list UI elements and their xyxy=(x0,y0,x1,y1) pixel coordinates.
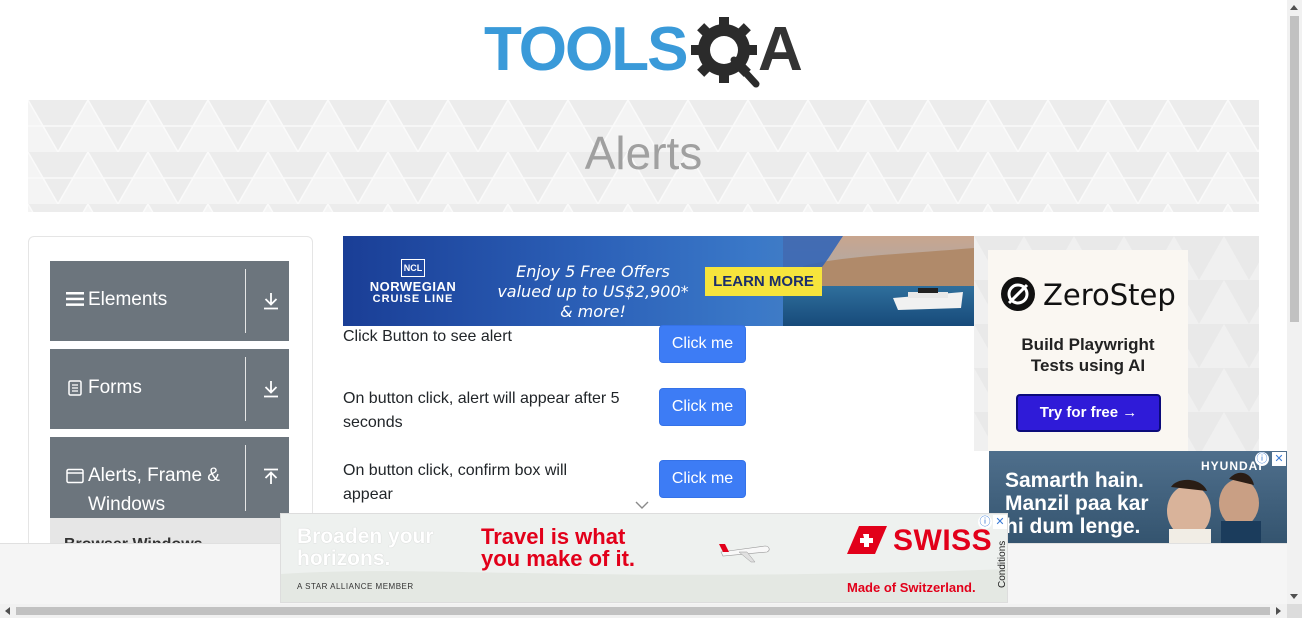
divider xyxy=(245,357,246,421)
hyundai-ad[interactable]: HYUNDAI Samarth hain. Manzil paa kar hi … xyxy=(989,451,1287,543)
ad-info-icon[interactable]: ⓘ xyxy=(978,515,992,529)
swiss-mid-line1: Travel is what xyxy=(481,524,626,549)
ncl-learn-more-button[interactable]: LEARN MORE xyxy=(705,267,822,296)
horizontal-scrollbar[interactable] xyxy=(0,604,1287,618)
swiss-mid-text: Travel is what you make of it. xyxy=(481,526,635,570)
page-title: Alerts xyxy=(584,127,703,179)
timer-alert-row-text: On button click, alert will appear after… xyxy=(343,390,620,431)
swiss-conditions[interactable]: Conditions xyxy=(997,541,1007,588)
ncl-offer-text: Enjoy 5 Free Offers valued up to US$2,90… xyxy=(497,262,689,321)
sidebar-group-alerts-frame-windows[interactable]: Alerts, Frame & Windows xyxy=(50,437,289,519)
vertical-scrollbar-thumb[interactable] xyxy=(1290,16,1299,322)
ncl-name-line2: CRUISE LINE xyxy=(372,293,454,305)
zerostep-tagline-line2: Tests using AI xyxy=(1030,356,1146,375)
zerostep-card: ZeroStep Build Playwright Tests using AI… xyxy=(988,250,1188,451)
swiss-left-line2: horizons. xyxy=(297,547,391,570)
divider xyxy=(245,445,246,511)
scroll-right-arrow-icon[interactable] xyxy=(1276,607,1281,615)
hyundai-line3: hi dum lenge. xyxy=(1005,515,1141,538)
alert-button[interactable]: Click me xyxy=(659,325,746,363)
ncl-ad-banner[interactable]: NCL NORWEGIAN CRUISE LINE Enjoy 5 Free O… xyxy=(343,236,974,326)
logo-tools-text: TOOLS xyxy=(484,15,686,84)
ad-close-icon[interactable]: ✕ xyxy=(993,515,1007,529)
hyundai-line2: Manzil paa kar xyxy=(1005,492,1149,515)
zerostep-tagline-line1: Build Playwright xyxy=(1021,335,1155,354)
logo-qa-text: A xyxy=(758,15,803,84)
swiss-left-line1: Broaden your xyxy=(297,525,434,548)
zerostep-name: ZeroStep xyxy=(1043,278,1176,312)
sidebar-group-elements[interactable]: Elements xyxy=(50,261,289,341)
download-icon[interactable] xyxy=(262,380,280,398)
hyundai-brand: HYUNDAI xyxy=(1201,459,1263,473)
scrollbar-corner xyxy=(1287,604,1302,618)
timer-alert-button[interactable]: Click me xyxy=(659,388,746,426)
confirm-button[interactable]: Click me xyxy=(659,460,746,498)
gear-icon xyxy=(691,17,760,88)
document-icon xyxy=(68,380,82,401)
scroll-up-arrow-icon[interactable] xyxy=(1290,5,1298,10)
ncl-name-line1: NORWEGIAN xyxy=(369,279,457,294)
alert-row-text-1: Click Button to see alert xyxy=(343,328,512,345)
sidebar-group-label: Elements xyxy=(88,289,168,310)
scroll-left-arrow-icon[interactable] xyxy=(5,607,10,615)
zerostep-ad[interactable]: ZeroStep Build Playwright Tests using AI… xyxy=(974,236,1259,451)
zerostep-try-free-button[interactable]: Try for free → xyxy=(1016,394,1161,432)
ad-info-icon[interactable]: ⓘ xyxy=(1255,452,1269,466)
swiss-brand: SWISS xyxy=(893,524,993,557)
hyundai-line1: Samarth hain. xyxy=(1005,469,1144,492)
confirm-row-text: On button click, confirm box will appear xyxy=(343,462,568,503)
horizontal-scrollbar-thumb[interactable] xyxy=(16,607,1270,615)
page: TOOLS A Alerts Elements Forms Alerts, Fr… xyxy=(0,0,1287,604)
hyundai-ad-text: Samarth hain. Manzil paa kar hi dum leng… xyxy=(1005,469,1185,538)
swiss-mid-line2: you make of it. xyxy=(481,546,636,571)
swiss-ad[interactable]: Broaden your horizons. A STAR ALLIANCE M… xyxy=(280,513,1008,603)
swiss-left-text: Broaden your horizons. xyxy=(297,526,434,570)
upload-icon[interactable] xyxy=(262,468,280,486)
zerostep-logo-icon xyxy=(1000,276,1036,317)
star-alliance-label: A STAR ALLIANCE MEMBER xyxy=(297,582,414,591)
toolsqa-logo[interactable]: TOOLS A xyxy=(484,14,808,92)
window-icon xyxy=(66,468,84,489)
ncl-badge: NCL xyxy=(401,259,425,277)
hamburger-icon xyxy=(66,291,84,312)
sidebar-group-label-line2: Windows xyxy=(88,494,166,515)
sidebar-group-forms[interactable]: Forms xyxy=(50,349,289,429)
ncl-logo: NCL NORWEGIAN CRUISE LINE xyxy=(361,258,465,306)
zerostep-tagline: Build Playwright Tests using AI xyxy=(988,334,1188,376)
scroll-down-arrow-icon[interactable] xyxy=(1290,594,1298,599)
sidebar-group-label-line1: Alerts, Frame & xyxy=(88,465,220,486)
ad-close-icon[interactable]: ✕ xyxy=(1272,452,1286,466)
vertical-scrollbar[interactable] xyxy=(1287,0,1302,604)
divider xyxy=(245,269,246,333)
swiss-made-text: Made of Switzerland. xyxy=(847,580,976,595)
sidebar-group-label: Forms xyxy=(88,377,142,398)
download-icon[interactable] xyxy=(262,292,280,310)
